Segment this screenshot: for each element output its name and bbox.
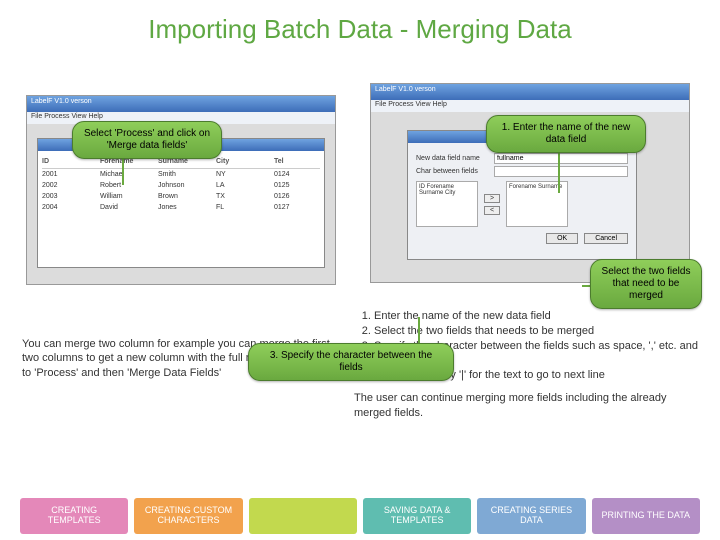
callout-select-fields: Select the two fields that need to be me…: [590, 259, 702, 309]
cancel-button[interactable]: Cancel: [584, 233, 628, 244]
tab-creating-templates[interactable]: CREATING TEMPLATES: [20, 498, 128, 534]
tab-saving-data[interactable]: SAVING DATA & TEMPLATES: [363, 498, 471, 534]
new-field-label: New data field name: [416, 155, 488, 162]
right-screenshot: LabelF V1.0 verson File Process View Hel…: [370, 83, 690, 283]
tab-series-data[interactable]: CREATING SERIES DATA: [477, 498, 585, 534]
step-1: Enter the name of the new data field: [374, 309, 698, 324]
move-left-icon[interactable]: <: [484, 206, 500, 215]
step-2: Select the two fields that needs to be m…: [374, 324, 698, 339]
col: Tel: [274, 157, 318, 166]
tab-empty[interactable]: [249, 498, 357, 534]
note-text: The user can continue merging more field…: [354, 391, 698, 421]
table-row: 2004DavidJonesFL0127: [42, 202, 320, 213]
available-listbox[interactable]: ID Forename Surname City: [416, 181, 478, 227]
tab-custom-characters[interactable]: CREATING CUSTOM CHARACTERS: [134, 498, 242, 534]
window-titlebar: LabelF V1.0 verson: [371, 84, 689, 100]
menu-bar: File Process View Help: [371, 100, 689, 112]
callout-pointer: [418, 317, 420, 345]
ok-button[interactable]: OK: [546, 233, 578, 244]
move-right-icon[interactable]: >: [484, 194, 500, 203]
footer-tabs: CREATING TEMPLATES CREATING CUSTOM CHARA…: [0, 498, 720, 534]
window-titlebar: LabelF V1.0 verson: [27, 96, 335, 112]
table-row: 2001MichaelSmithNY0124: [42, 169, 320, 180]
tab-printing[interactable]: PRINTING THE DATA: [592, 498, 700, 534]
separator-label: Char between fields: [416, 168, 488, 175]
col: City: [216, 157, 260, 166]
merge-form: New data field name Char between fields …: [408, 143, 636, 252]
table-row: 2003WilliamBrownTX0126: [42, 191, 320, 202]
callout-select-process: Select 'Process' and click on 'Merge dat…: [72, 121, 222, 159]
new-field-input[interactable]: [494, 153, 628, 164]
callout-specify-char: 3. Specify the character between the fie…: [248, 343, 454, 381]
separator-input[interactable]: [494, 166, 628, 177]
screenshot-area: LabelF V1.0 verson File Process View Hel…: [0, 53, 720, 303]
callout-enter-name: 1. Enter the name of the new data field: [486, 115, 646, 153]
page-title: Importing Batch Data - Merging Data: [0, 0, 720, 53]
table-row: 2002RobertJohnsonLA0125: [42, 180, 320, 191]
data-table: ID Forename Surname City Tel 2001Michael…: [38, 151, 324, 217]
